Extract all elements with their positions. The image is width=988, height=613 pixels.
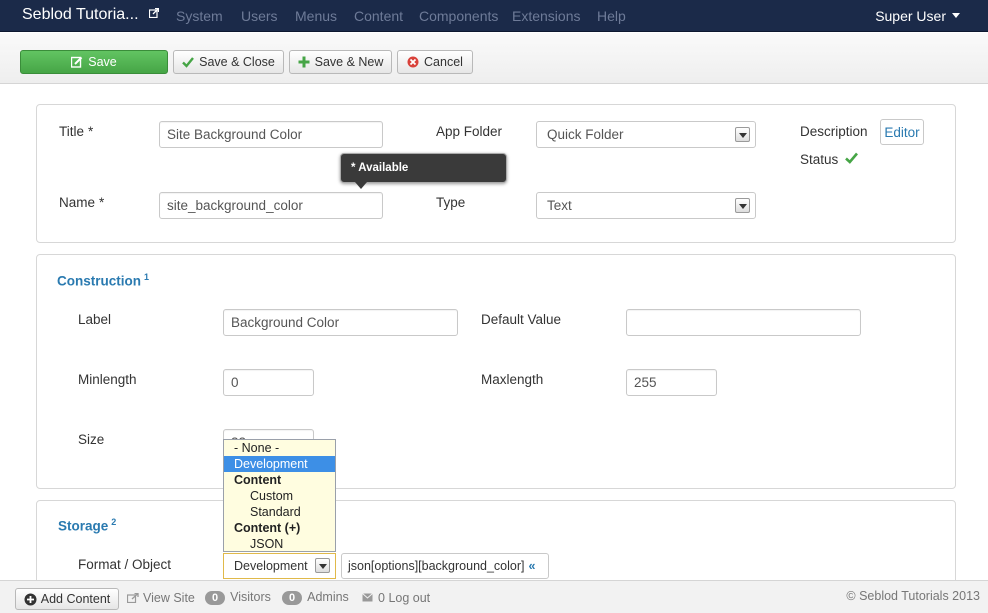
plus-icon [298, 56, 310, 68]
add-content-button[interactable]: Add Content [15, 588, 119, 610]
dropdown-group: Content [234, 473, 282, 487]
admins-label: Admins [307, 590, 349, 604]
view-site-label: View Site [143, 591, 195, 605]
save-new-label: Save & New [314, 55, 384, 69]
size-label: Size [78, 432, 105, 447]
dropdown-group: Content (+) [234, 521, 301, 535]
external-link-icon [148, 8, 159, 18]
save-close-button[interactable]: Save & Close [173, 50, 284, 74]
double-left-arrow-icon[interactable]: « [529, 559, 536, 573]
user-menu-label: Super User [875, 8, 946, 24]
site-brand-label: Seblod Tutoria... [22, 6, 139, 23]
dropdown-option[interactable]: Standard [224, 504, 335, 520]
toolbar: Save Save & Close Save & New Cancel [0, 33, 988, 84]
format-object-value: Development [234, 559, 308, 573]
nav-content[interactable]: Content [354, 8, 403, 24]
app-folder-value: Quick Folder [547, 127, 624, 142]
status-label: Status [800, 152, 839, 167]
save-close-label: Save & Close [199, 55, 275, 69]
storage-title: Storage 2 [58, 517, 117, 534]
save-button[interactable]: Save [20, 50, 168, 74]
description-label: Description [800, 124, 868, 139]
select-arrow-icon [735, 127, 750, 142]
type-select[interactable]: Text [536, 192, 756, 219]
nav-help[interactable]: Help [597, 8, 626, 24]
save-new-button[interactable]: Save & New [289, 50, 392, 74]
label-input[interactable] [223, 309, 458, 336]
admins-status: 0 Admins [282, 590, 349, 605]
type-label: Type [436, 195, 466, 210]
dropdown-option-selected[interactable]: Development [224, 456, 335, 472]
site-brand-link[interactable]: Seblod Tutoria... [22, 6, 159, 24]
minlength-label: Minlength [78, 372, 137, 387]
copyright-text: © Seblod Tutorials 2013 [846, 589, 980, 603]
dropdown-option[interactable]: Custom [224, 488, 335, 504]
logout-link[interactable]: 0 Log out [362, 591, 430, 605]
nav-users[interactable]: Users [241, 8, 278, 24]
availability-tooltip: * Available [340, 153, 507, 189]
add-content-label: Add Content [40, 592, 111, 606]
status-bar: Add Content View Site 0 Visitors 0 Admins … [0, 580, 988, 613]
cancel-icon [407, 56, 419, 68]
visitors-label: Visitors [230, 590, 271, 604]
maxlength-label: Maxlength [481, 372, 544, 387]
admins-count-badge: 0 [282, 591, 303, 605]
select-arrow-icon [315, 558, 330, 573]
default-value-label: Default Value [481, 312, 562, 327]
name-input[interactable] [159, 192, 383, 219]
logout-count: 0 [378, 591, 385, 605]
select-arrow-icon [735, 198, 750, 213]
top-navbar: Seblod Tutoria... System Users Menus Con… [0, 0, 988, 32]
visitors-status: 0 Visitors [205, 590, 271, 605]
cancel-label: Cancel [424, 55, 463, 69]
maxlength-input[interactable] [626, 369, 717, 396]
logout-label: Log out [388, 591, 431, 605]
app-folder-label: App Folder [436, 124, 503, 139]
minlength-input[interactable] [223, 369, 314, 396]
nav-system[interactable]: System [176, 8, 223, 24]
title-input[interactable] [159, 121, 383, 148]
plus-circle-icon [24, 593, 37, 605]
external-link-icon [126, 592, 139, 604]
cancel-button[interactable]: Cancel [397, 50, 473, 74]
nav-extensions[interactable]: Extensions [512, 8, 580, 24]
name-label: Name * [59, 195, 105, 210]
storage-dropdown-list[interactable]: - None - Development Content Custom Stan… [223, 439, 336, 552]
status-check-icon[interactable] [845, 152, 858, 164]
check-icon [182, 57, 195, 68]
user-menu[interactable]: Super User [875, 8, 960, 24]
caret-down-icon [952, 13, 960, 18]
save-label: Save [88, 55, 117, 69]
nav-components[interactable]: Components [419, 8, 498, 24]
storage-field-value: json[options][background_color] [348, 559, 525, 573]
app-folder-select[interactable]: Quick Folder [536, 121, 756, 148]
default-value-input[interactable] [626, 309, 861, 336]
dropdown-option[interactable]: - None - [224, 440, 335, 456]
editor-button[interactable]: Editor [880, 119, 924, 145]
envelope-icon [362, 593, 373, 602]
title-label: Title * [59, 124, 94, 139]
label-label: Label [78, 312, 112, 327]
type-value: Text [547, 198, 572, 213]
visitors-count-badge: 0 [205, 591, 226, 605]
edit-icon [71, 56, 83, 68]
format-object-select[interactable]: Development [223, 553, 336, 579]
construction-title: Construction 1 [57, 272, 150, 289]
nav-menus[interactable]: Menus [295, 8, 337, 24]
dropdown-option[interactable]: JSON [224, 536, 335, 552]
format-object-label: Format / Object [78, 557, 172, 572]
view-site-link[interactable]: View Site [126, 591, 195, 605]
storage-field-input[interactable]: json[options][background_color] « [341, 553, 549, 579]
